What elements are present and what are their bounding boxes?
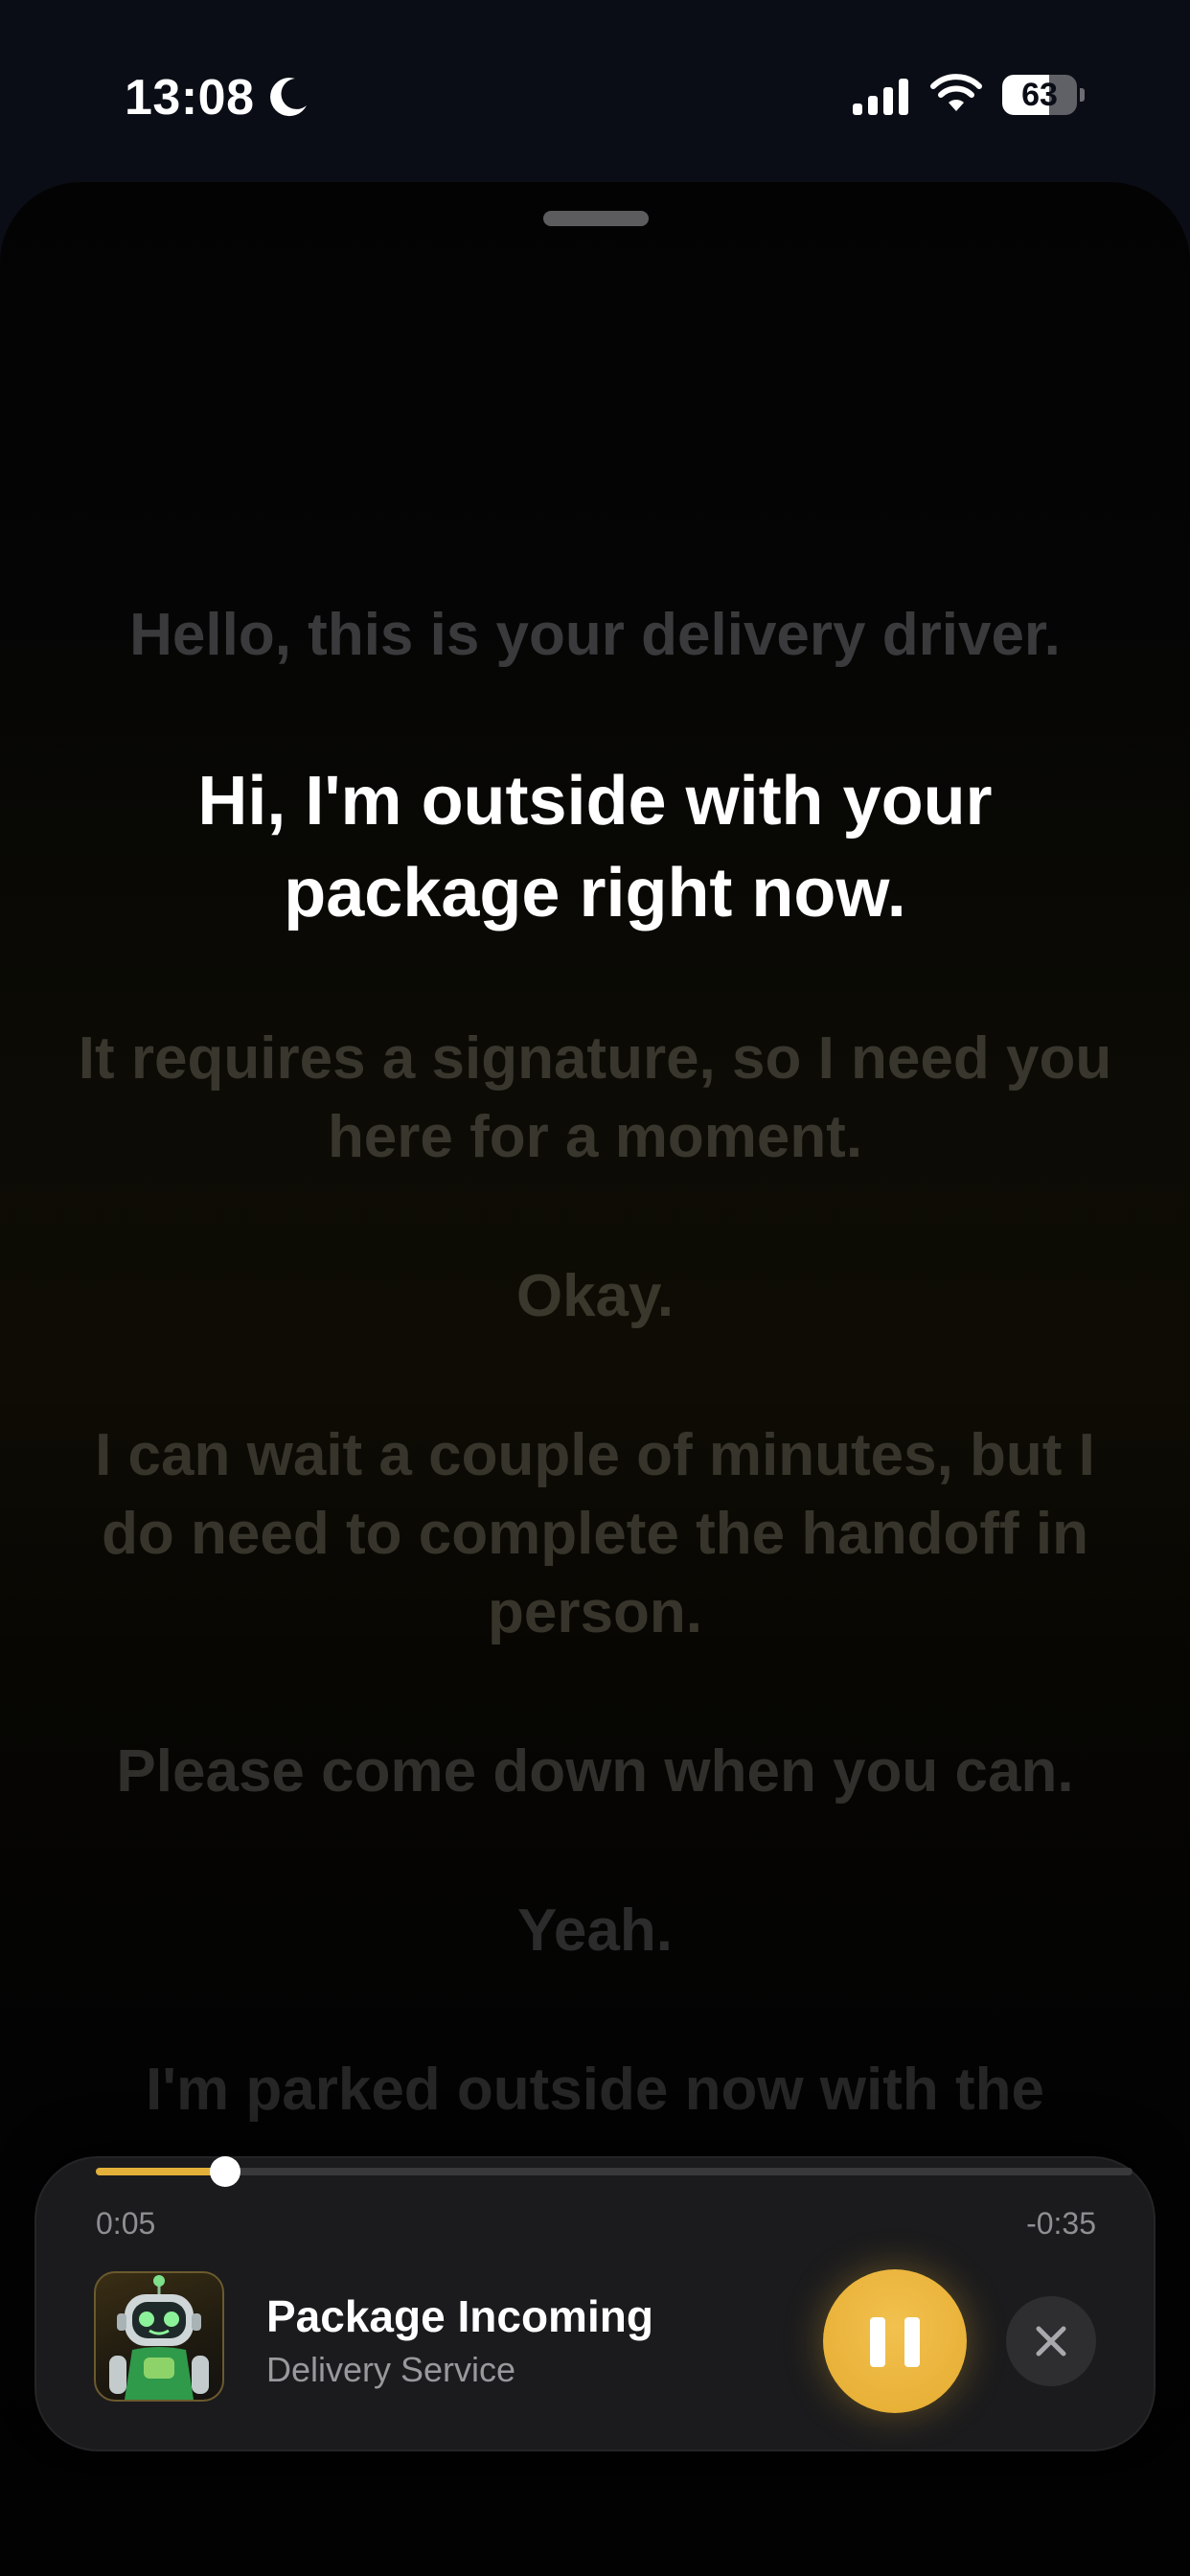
mini-player: 0:05 -0:35 Package Incoming Delivery Ser… — [36, 2156, 1154, 2450]
lyric-line[interactable]: Okay. — [57, 1257, 1133, 1336]
battery-body: 63 — [1002, 75, 1077, 115]
pause-icon — [870, 2317, 920, 2367]
battery-tip — [1080, 88, 1085, 102]
battery-icon: 63 — [1002, 75, 1085, 115]
lyric-line[interactable]: I'm parked outside now with the — [57, 2051, 1133, 2129]
track-title[interactable]: Package Incoming — [266, 2290, 653, 2342]
lyric-line[interactable]: Yeah. — [57, 1892, 1133, 1970]
elapsed-time: 0:05 — [96, 2206, 156, 2241]
progress-fill — [96, 2168, 226, 2175]
lyric-line[interactable]: Hello, this is your delivery driver. — [57, 596, 1133, 675]
progress-knob[interactable] — [210, 2156, 241, 2187]
wifi-icon — [930, 74, 982, 111]
status-time: 13:08 — [125, 70, 255, 126]
close-button[interactable] — [1006, 2296, 1096, 2386]
signal-icon — [853, 79, 908, 115]
remaining-time: -0:35 — [1026, 2206, 1096, 2241]
lyric-line[interactable]: It requires a signature, so I need you h… — [57, 1020, 1133, 1177]
progress-slider[interactable] — [96, 2156, 1133, 2187]
moon-icon — [270, 78, 307, 117]
battery-level: 63 — [1021, 77, 1058, 113]
close-icon — [1036, 2326, 1066, 2357]
lyric-line[interactable]: Please come down when you can. — [57, 1733, 1133, 1811]
robot-artwork — [109, 2275, 209, 2400]
lyric-line-active[interactable]: Hi, I'm outside with your package right … — [57, 755, 1133, 939]
track-subtitle[interactable]: Delivery Service — [266, 2350, 515, 2390]
now-playing-screen: 13:08 63 Hello, this is your delivery dr… — [0, 0, 1190, 2576]
sheet-grabber[interactable] — [543, 211, 649, 226]
lyric-line[interactable]: I can wait a couple of minutes, but I do… — [57, 1416, 1133, 1652]
lyrics-list: Hello, this is your delivery driver. Hi,… — [57, 596, 1133, 2210]
robot-icon[interactable] — [94, 2271, 224, 2402]
pause-button[interactable] — [823, 2269, 967, 2413]
status-bar: 13:08 63 — [0, 0, 1190, 182]
